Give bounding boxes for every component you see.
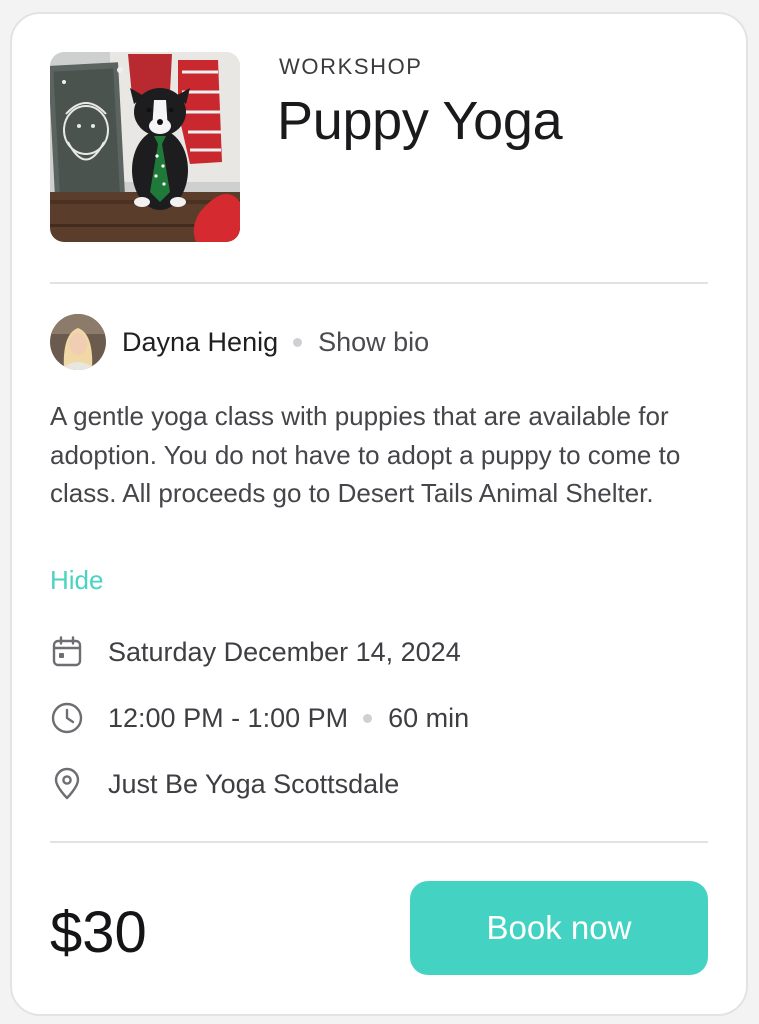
time-row: 12:00 PM - 1:00 PM 60 min [50, 698, 469, 738]
location-row: Just Be Yoga Scottsdale [50, 764, 399, 804]
event-title: Puppy Yoga [277, 91, 563, 151]
instructor-row: Dayna Henig Show bio [50, 313, 429, 371]
event-price: $30 [50, 900, 147, 965]
event-category: WORKSHOP [279, 54, 423, 79]
book-now-button[interactable]: Book now [410, 881, 708, 975]
event-photo [50, 52, 240, 242]
location-pin-icon [50, 767, 84, 801]
divider [50, 282, 708, 284]
date-row: Saturday December 14, 2024 [50, 632, 461, 672]
hide-description-link[interactable]: Hide [50, 565, 103, 596]
separator-dot [363, 713, 373, 723]
divider [50, 841, 708, 843]
avatar [50, 314, 106, 370]
instructor-name[interactable]: Dayna Henig [122, 327, 278, 358]
event-description: A gentle yoga class with puppies that ar… [50, 401, 681, 508]
event-duration: 60 min [388, 702, 470, 733]
event-card: WORKSHOP Puppy Yoga Dayna Henig Show bio… [10, 12, 748, 1016]
event-time: 12:00 PM - 1:00 PM [108, 702, 349, 733]
separator-dot [293, 337, 303, 347]
event-date: Saturday December 14, 2024 [108, 636, 461, 667]
show-bio-link[interactable]: Show bio [318, 327, 429, 358]
clock-icon [50, 701, 84, 735]
event-header: WORKSHOP Puppy Yoga [50, 52, 708, 244]
event-location[interactable]: Just Be Yoga Scottsdale [108, 769, 399, 800]
calendar-icon [50, 635, 84, 669]
